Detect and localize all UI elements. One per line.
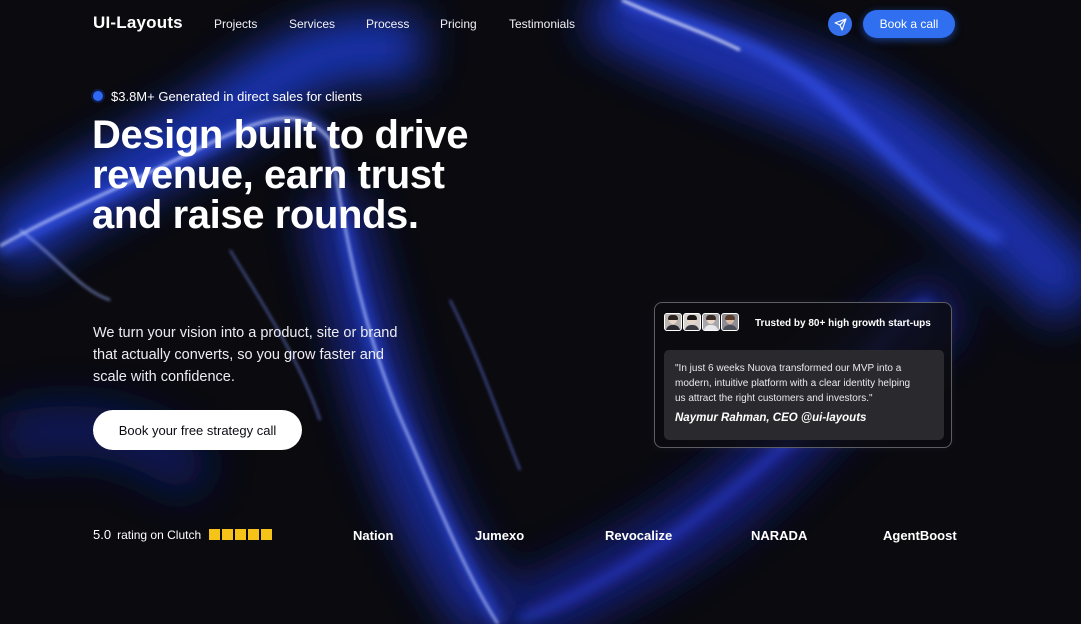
strategy-call-button[interactable]: Book your free strategy call <box>93 410 302 450</box>
star-icon <box>248 529 260 540</box>
book-call-button[interactable]: Book a call <box>863 10 955 38</box>
avatar-group <box>664 313 740 331</box>
hero-headline: Design built to drive revenue, earn trus… <box>92 115 468 235</box>
send-button[interactable] <box>828 12 852 36</box>
brand-logo-agentboost: AgentBoost <box>883 528 957 543</box>
quote-line: us attract the right customers and inves… <box>675 393 873 404</box>
logo[interactable]: UI-Layouts <box>93 13 183 33</box>
avatar <box>702 313 720 331</box>
nav-link-pricing[interactable]: Pricing <box>440 17 477 31</box>
nav-link-process[interactable]: Process <box>366 17 409 31</box>
rating-stars <box>209 529 273 540</box>
headline-line: revenue, earn trust <box>92 153 445 197</box>
testimonial-card: Trusted by 80+ high growth start-ups "In… <box>654 302 952 448</box>
testimonial-quote: "In just 6 weeks Nuova transformed our M… <box>675 361 910 406</box>
testimonial-author: Naymur Rahman, CEO @ui-layouts <box>675 412 867 424</box>
testimonial-title: Trusted by 80+ high growth start-ups <box>755 318 931 329</box>
brand-logo-narada: NARADA <box>751 528 808 543</box>
nav-link-testimonials[interactable]: Testimonials <box>509 17 575 31</box>
brand-logo-jumexo: Jumexo <box>475 528 525 543</box>
subtext-line: We turn your vision into a product, site… <box>93 325 398 341</box>
clutch-rating: 5.0 rating on Clutch <box>93 527 273 542</box>
star-icon <box>222 529 234 540</box>
nav-link-projects[interactable]: Projects <box>214 17 257 31</box>
nav-link-services[interactable]: Services <box>289 17 335 31</box>
top-nav: UI-Layouts Projects Services Process Pri… <box>0 0 1081 48</box>
star-icon <box>235 529 247 540</box>
quote-box: "In just 6 weeks Nuova transformed our M… <box>664 350 944 440</box>
headline-line: and raise rounds. <box>92 193 419 237</box>
quote-line: modern, intuitive platform with a clear … <box>675 378 911 389</box>
star-icon <box>209 529 221 540</box>
subtext-line: that actually converts, so you grow fast… <box>93 347 384 363</box>
revenue-badge: $3.8M+ Generated in direct sales for cli… <box>93 88 362 104</box>
quote-line: "In just 6 weeks Nuova transformed our M… <box>675 363 902 374</box>
star-icon <box>261 529 273 540</box>
avatar <box>664 313 682 331</box>
subtext-line: scale with confidence. <box>93 369 235 385</box>
avatar <box>721 313 739 331</box>
rating-text: rating on Clutch <box>117 527 202 542</box>
brand-logo-nation: Nation <box>353 528 394 543</box>
send-icon <box>833 17 847 31</box>
badge-text: $3.8M+ Generated in direct sales for cli… <box>111 88 363 104</box>
headline-line: Design built to drive <box>92 113 469 157</box>
brand-logo-revocalize: Revocalize <box>605 528 673 543</box>
badge-dot-icon <box>93 91 103 101</box>
rating-score: 5.0 <box>93 527 112 542</box>
hero-subtext: We turn your vision into a product, site… <box>93 322 397 388</box>
avatar <box>683 313 701 331</box>
